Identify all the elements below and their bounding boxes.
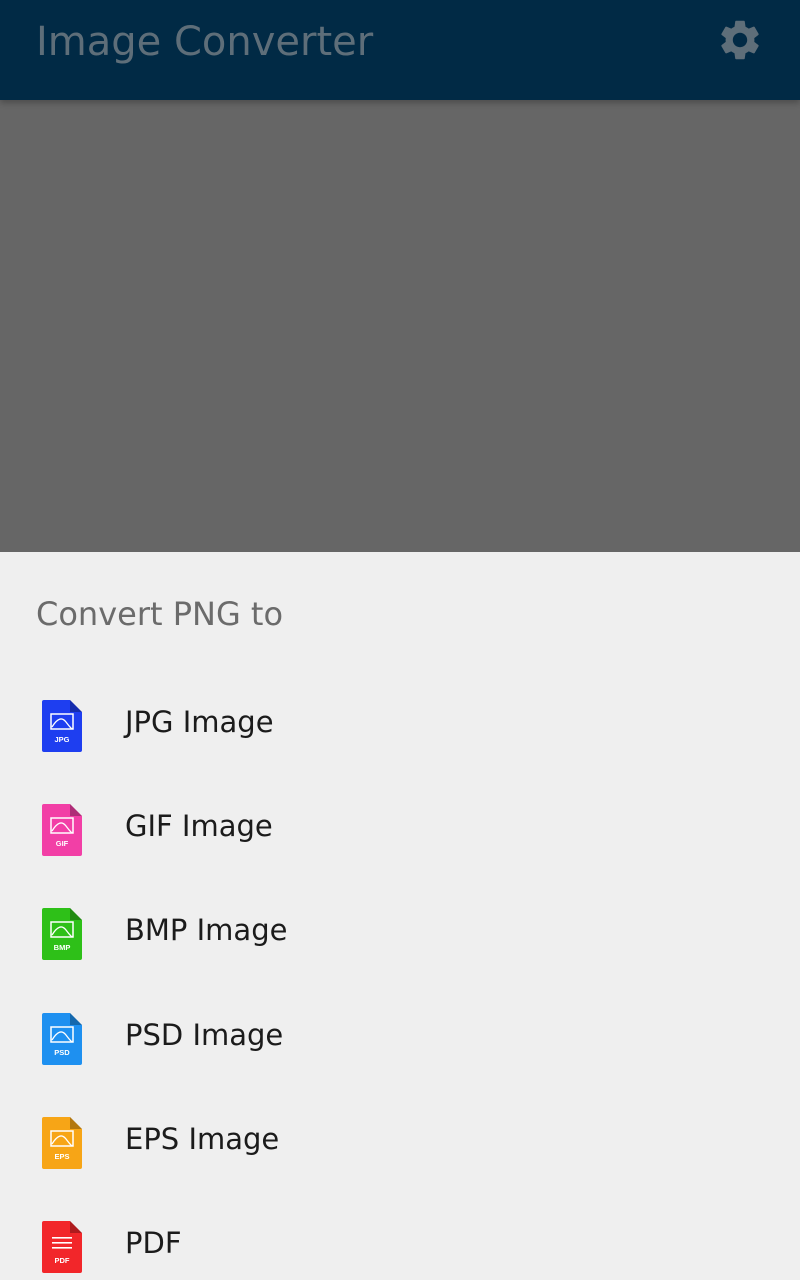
- gif-file-icon: GIF: [42, 804, 82, 856]
- settings-button[interactable]: [714, 14, 766, 66]
- file-badge: EPS: [54, 1152, 69, 1161]
- pdf-file-icon: PDF: [42, 1221, 82, 1273]
- bmp-file-icon: BMP: [42, 908, 82, 960]
- dim-overlay[interactable]: [0, 100, 800, 552]
- option-psd[interactable]: PSD PSD Image: [0, 987, 800, 1091]
- psd-file-icon: PSD: [42, 1013, 82, 1065]
- file-badge: BMP: [54, 943, 71, 952]
- option-label: EPS Image: [125, 1122, 280, 1156]
- option-bmp[interactable]: BMP BMP Image: [0, 882, 800, 986]
- convert-bottom-sheet: Convert PNG to JPG JPG Image GIF GIF Image B…: [0, 552, 800, 1280]
- option-label: PSD Image: [125, 1018, 284, 1052]
- app-title: Image Converter: [36, 19, 374, 65]
- app-bar: Image Converter: [0, 0, 800, 100]
- option-gif[interactable]: GIF GIF Image: [0, 778, 800, 882]
- option-label: PDF: [125, 1226, 182, 1260]
- file-badge: GIF: [56, 839, 69, 848]
- jpg-file-icon: JPG: [42, 700, 82, 752]
- option-pdf[interactable]: PDF PDF: [0, 1195, 800, 1280]
- option-eps[interactable]: EPS EPS Image: [0, 1091, 800, 1195]
- option-label: BMP Image: [125, 913, 288, 947]
- file-badge: PSD: [54, 1048, 70, 1057]
- option-label: GIF Image: [125, 809, 273, 843]
- file-badge: JPG: [54, 735, 69, 744]
- sheet-title: Convert PNG to: [36, 595, 284, 633]
- file-badge: PDF: [55, 1256, 70, 1265]
- screen: Image Converter Convert PNG to JPG JPG Im…: [0, 0, 800, 1280]
- eps-file-icon: EPS: [42, 1117, 82, 1169]
- gear-icon: [721, 20, 759, 60]
- option-jpg[interactable]: JPG JPG Image: [0, 674, 800, 778]
- option-label: JPG Image: [125, 705, 274, 739]
